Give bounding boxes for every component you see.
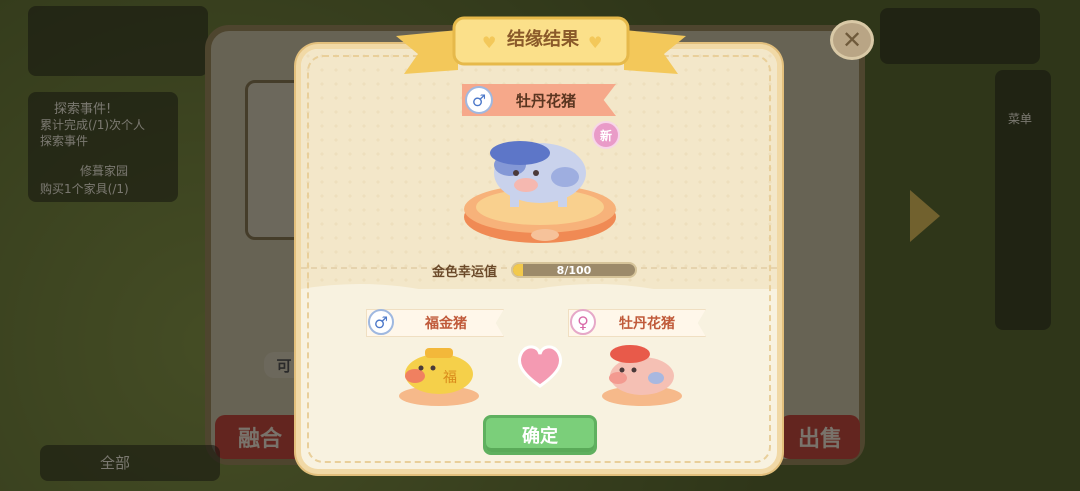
father-pig-image: 福 — [399, 348, 479, 406]
mother-pig-image — [602, 345, 682, 406]
female-icon: ♀ — [570, 309, 596, 335]
confirm-button[interactable]: 确定 — [483, 415, 597, 455]
close-icon: ✕ — [841, 26, 863, 54]
dialog-title: 结缘结果 — [507, 29, 579, 50]
male-icon: ♂ — [368, 309, 394, 335]
luck-progress-text: 8/100 — [556, 263, 592, 277]
svg-text:福: 福 — [443, 370, 457, 386]
parent-name: 福金猪 — [425, 316, 467, 332]
result-pig-name: 牡丹花猪 — [516, 91, 577, 110]
parent-name: 牡丹花猪 — [619, 316, 675, 332]
wave-divider — [301, 284, 777, 303]
close-button[interactable]: ✕ — [830, 20, 874, 60]
heart-icon — [517, 345, 563, 388]
male-icon: ♂ — [465, 86, 493, 114]
new-badge: 新 — [592, 121, 620, 149]
luck-label: 金色幸运值 — [432, 265, 498, 280]
